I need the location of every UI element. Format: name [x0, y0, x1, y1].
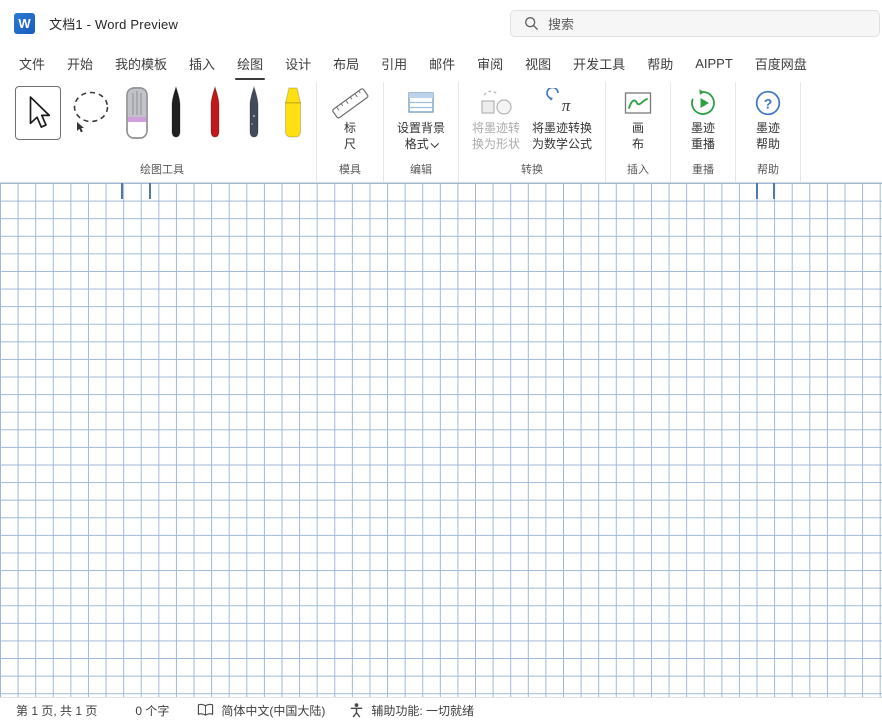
- tool-pen-red[interactable]: [199, 86, 231, 140]
- pen-galaxy-icon: [249, 86, 259, 138]
- grid-mark-left: [121, 183, 151, 199]
- group-label-help: 帮助: [757, 164, 780, 176]
- highlighter-icon: [284, 87, 302, 138]
- tab-draw[interactable]: 绘图: [226, 46, 274, 80]
- ink-to-shape-label-line1: 将墨迹转: [472, 121, 521, 135]
- word-window: W 文档1 - Word Preview 搜索 文件 开始 我的模板 插入 绘图…: [0, 0, 882, 722]
- tab-mailings[interactable]: 邮件: [418, 46, 466, 80]
- ribbon-group-stencils: 标 尺 模具: [317, 82, 384, 182]
- tool-select[interactable]: [15, 86, 61, 140]
- tab-my-templates[interactable]: 我的模板: [104, 46, 178, 80]
- canvas-label-line2: 布: [632, 137, 645, 151]
- ribbon-group-edit: 设置背景 格式 编辑: [384, 82, 460, 182]
- ruler-label-line1: 标: [343, 121, 356, 135]
- format-background-label-line1: 设置背景: [397, 121, 446, 135]
- tab-help[interactable]: 帮助: [636, 46, 684, 80]
- tool-pen-black[interactable]: [160, 86, 192, 140]
- ink-to-shape-icon: [481, 90, 512, 115]
- ink-replay-icon: [691, 89, 715, 115]
- drawing-canvas-icon: [624, 92, 652, 114]
- tab-aippt[interactable]: AIPPT: [684, 46, 744, 80]
- ribbon-group-help: ? 墨迹 帮助 帮助: [736, 82, 802, 182]
- status-page-info[interactable]: 第 1 页, 共 1 页: [16, 702, 97, 719]
- ink-to-math-label-line1: 将墨迹转换: [532, 121, 593, 135]
- canvas-label-line1: 画: [632, 121, 645, 135]
- ink-help-button[interactable]: ? 墨迹 帮助: [743, 84, 793, 156]
- tool-eraser[interactable]: [121, 86, 153, 140]
- ink-to-shape-button[interactable]: 将墨迹转 换为形状: [466, 84, 526, 156]
- tab-insert[interactable]: 插入: [178, 46, 226, 80]
- search-icon: [525, 16, 538, 30]
- tool-highlighter[interactable]: [277, 86, 309, 140]
- grid-mark-right: [756, 183, 775, 199]
- ribbon-group-convert: 将墨迹转 换为形状 π 将墨迹转换 为数学公式 转换: [459, 82, 607, 182]
- pen-black-icon: [171, 86, 181, 138]
- accessibility-person-icon: [351, 703, 363, 718]
- status-language[interactable]: 简体中文(中国大陆): [197, 702, 325, 719]
- group-label-insert: 插入: [627, 164, 650, 176]
- group-label-replay: 重播: [692, 164, 715, 176]
- svg-text:?: ?: [764, 95, 773, 111]
- ribbon-group-drawing-tools: 绘图工具: [8, 82, 317, 182]
- tab-references[interactable]: 引用: [370, 46, 418, 80]
- ink-replay-label-line1: 墨迹: [691, 121, 716, 135]
- lasso-select-icon: [73, 91, 109, 133]
- ribbon: 绘图工具 标 尺 模具 设置背景 格式 编辑 将墨迹转 换为形状 π 将墨迹转换…: [0, 80, 882, 183]
- ink-to-math-button[interactable]: π 将墨迹转换 为数学公式: [526, 84, 598, 156]
- status-accessibility-label: 辅助功能: 一切就绪: [371, 703, 475, 718]
- canvas-button[interactable]: 画 布: [613, 84, 663, 156]
- pen-red-icon: [210, 86, 220, 138]
- select-cursor-icon: [29, 96, 51, 128]
- tab-file[interactable]: 文件: [8, 46, 56, 80]
- tool-lasso[interactable]: [68, 86, 114, 140]
- tab-layout[interactable]: 布局: [322, 46, 370, 80]
- ribbon-group-replay: 墨迹 重播 重播: [671, 82, 737, 182]
- chevron-down-icon: [430, 139, 439, 147]
- ink-replay-label-line2: 重播: [691, 137, 716, 151]
- proofing-book-icon: [198, 703, 214, 716]
- ribbon-tab-bar: 文件 开始 我的模板 插入 绘图 设计 布局 引用 邮件 审阅 视图 开发工具 …: [0, 46, 882, 80]
- eraser-icon: [126, 87, 148, 139]
- group-label-stencils: 模具: [339, 164, 361, 176]
- ink-help-icon: ?: [755, 90, 781, 116]
- ink-help-label-line1: 墨迹: [756, 121, 781, 135]
- ink-to-math-icon: π: [546, 88, 571, 115]
- status-bar: 第 1 页, 共 1 页 0 个字 简体中文(中国大陆) 辅助功能: 一切就绪: [0, 697, 882, 722]
- group-label-convert: 转换: [521, 164, 544, 176]
- tab-design[interactable]: 设计: [274, 46, 322, 80]
- tab-developer[interactable]: 开发工具: [562, 46, 636, 80]
- group-label-edit: 编辑: [410, 164, 432, 176]
- status-word-count[interactable]: 0 个字: [135, 702, 169, 719]
- titlebar: W 文档1 - Word Preview 搜索: [0, 0, 882, 46]
- search-input[interactable]: 搜索: [510, 9, 880, 37]
- search-placeholder: 搜索: [548, 16, 575, 32]
- format-background-button[interactable]: 设置背景 格式: [391, 84, 451, 156]
- word-app-icon[interactable]: W: [14, 12, 35, 34]
- tool-pen-galaxy[interactable]: [238, 86, 270, 140]
- ink-to-shape-label-line2: 换为形状: [472, 137, 521, 151]
- ribbon-group-insert: 画 布 插入: [606, 82, 672, 182]
- svg-text:π: π: [562, 96, 571, 115]
- ruler-label-line2: 尺: [343, 137, 356, 151]
- ruler-button[interactable]: 标 尺: [324, 84, 376, 156]
- tab-review[interactable]: 审阅: [466, 46, 514, 80]
- ruler-icon: [332, 88, 369, 119]
- tab-view[interactable]: 视图: [514, 46, 562, 80]
- ink-to-math-label-line2: 为数学公式: [532, 137, 593, 151]
- tab-home[interactable]: 开始: [56, 46, 104, 80]
- ink-replay-button[interactable]: 墨迹 重播: [678, 84, 728, 156]
- document-title: 文档1 - Word Preview: [49, 16, 179, 32]
- group-label-drawing-tools: 绘图工具: [140, 164, 184, 176]
- format-background-label-line2: 格式: [404, 137, 429, 151]
- status-language-label: 简体中文(中国大陆): [221, 703, 326, 718]
- status-accessibility[interactable]: 辅助功能: 一切就绪: [349, 702, 474, 719]
- format-background-icon: [408, 92, 434, 113]
- tab-baidu-netdisk[interactable]: 百度网盘: [744, 46, 818, 80]
- ink-help-label-line2: 帮助: [756, 137, 781, 151]
- document-canvas[interactable]: [0, 183, 882, 697]
